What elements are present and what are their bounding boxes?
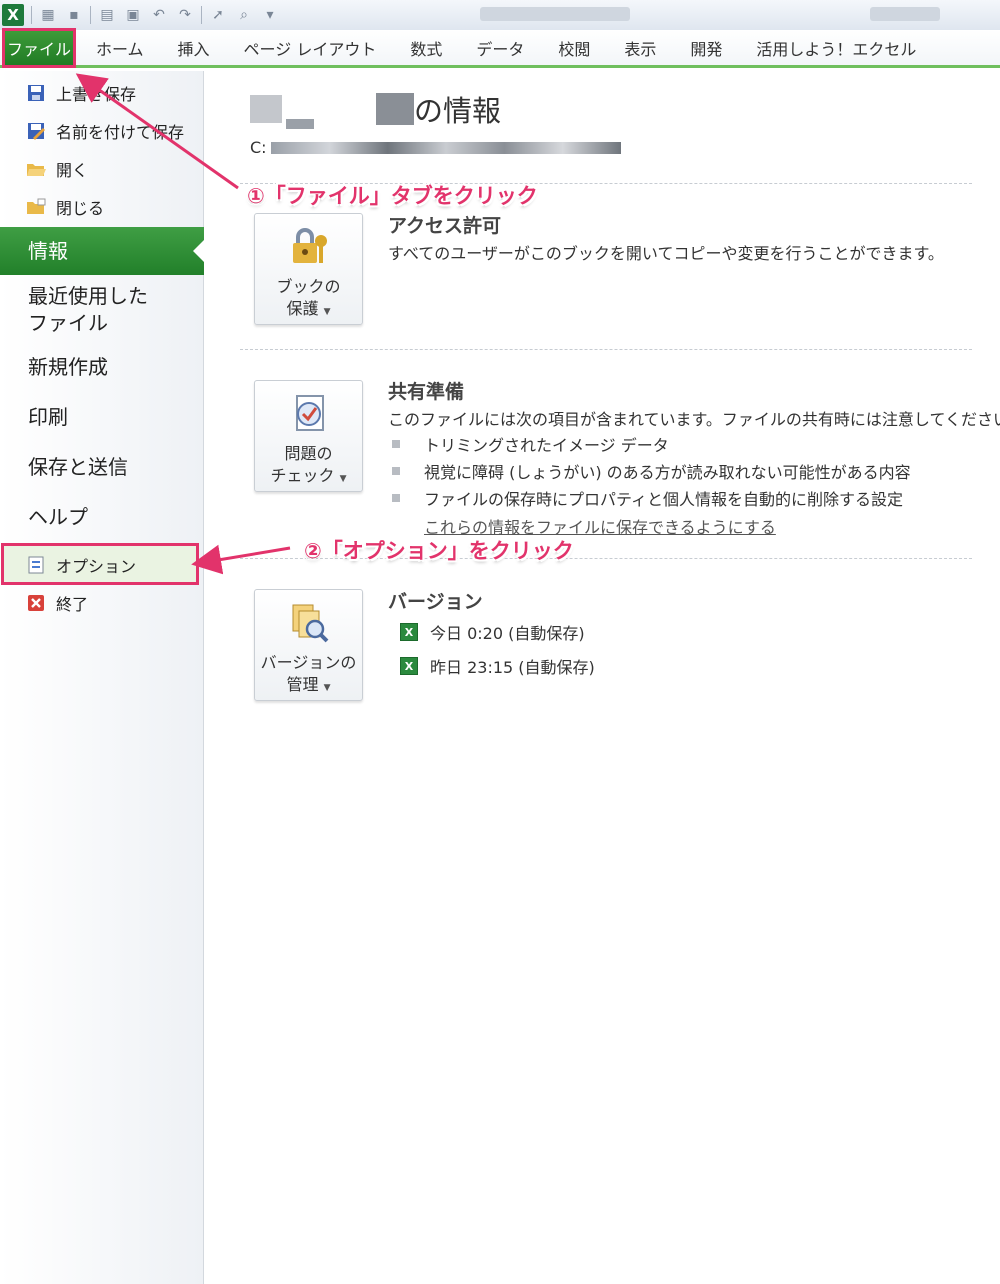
close-command[interactable]: 閉じる xyxy=(26,195,104,219)
version-item[interactable]: X 昨日 23:15 (自動保存) xyxy=(400,654,595,678)
bullet-icon xyxy=(392,440,400,448)
arrow-to-options xyxy=(191,544,291,575)
tab-page-layout[interactable]: ページ レイアウト xyxy=(227,29,394,67)
exit-command[interactable]: 終了 xyxy=(26,591,88,615)
options-icon xyxy=(26,555,46,575)
tab-excel-tips[interactable]: 活用しよう！エクセル xyxy=(739,29,933,67)
print-preview-icon[interactable]: ▤ xyxy=(97,5,117,25)
tab-home[interactable]: ホーム xyxy=(79,29,161,67)
document-check-icon xyxy=(285,391,333,437)
nav-print[interactable]: 印刷 xyxy=(28,404,68,431)
chevron-down-icon: ▼ xyxy=(323,683,331,693)
page-title-text: の情報 xyxy=(414,94,502,128)
redacted-block xyxy=(250,95,282,123)
protect-workbook-button[interactable]: ブックの 保護 ▼ xyxy=(254,213,363,325)
page-title: の情報 xyxy=(250,88,501,130)
toolbar-separator xyxy=(90,6,91,24)
toolbar-separator xyxy=(201,6,202,24)
nav-help[interactable]: ヘルプ xyxy=(28,504,88,531)
nav-save-send[interactable]: 保存と送信 xyxy=(28,454,128,481)
customize-toolbar-icon[interactable]: ▾ xyxy=(260,5,280,25)
documents-search-icon xyxy=(285,600,333,646)
redo-icon[interactable]: ↷ xyxy=(175,5,195,25)
nav-new[interactable]: 新規作成 xyxy=(28,354,108,381)
list-item: トリミングされたイメージ データ xyxy=(392,432,669,456)
annotation-step2: ②「オプション」をクリック xyxy=(304,539,574,563)
protect-workbook-label: ブックの 保護 ▼ xyxy=(276,277,341,318)
tab-formulas[interactable]: 数式 xyxy=(393,29,459,67)
manage-versions-label: バージョンの 管理 ▼ xyxy=(260,653,357,694)
check-issues-label: 問題の チェック ▼ xyxy=(270,444,347,485)
quick-access-toolbar: X ▦ ▪ ▤ ▣ ↶ ↷ ➚ ⌕ ▾ xyxy=(0,0,1000,30)
ribbon-tabs: ファイル ホーム 挿入 ページ レイアウト 数式 データ 校閲 表示 開発 活用… xyxy=(0,27,1000,68)
chevron-down-icon: ▼ xyxy=(339,474,347,484)
window-title-blurred xyxy=(870,7,940,21)
list-item: ファイルの保存時にプロパティと個人情報を自動的に削除する設定 xyxy=(392,486,903,510)
bullet-icon xyxy=(392,467,400,475)
prepare-heading: 共有準備 xyxy=(388,381,465,403)
excel-file-icon: X xyxy=(400,657,418,675)
divider xyxy=(240,349,972,350)
tab-developer[interactable]: 開発 xyxy=(673,29,739,67)
undo-icon[interactable]: ↶ xyxy=(149,5,169,25)
nav-recent-line2: ファイル xyxy=(28,311,108,335)
save-icon xyxy=(26,83,46,103)
save-as-command[interactable]: 名前を付けて保存 xyxy=(26,119,184,143)
list-item: 視覚に障碍 (しょうがい) のある方が読み取れない可能性がある内容 xyxy=(392,459,911,483)
tab-view[interactable]: 表示 xyxy=(607,29,673,67)
permissions-heading: アクセス許可 xyxy=(388,215,502,237)
annotation-step1: ①「ファイル」タブをクリック xyxy=(247,184,538,208)
tab-file[interactable]: ファイル xyxy=(2,27,76,68)
nav-recent[interactable]: 最近使用した ファイル xyxy=(28,283,148,337)
save-quick-icon[interactable]: ▪ xyxy=(64,5,84,25)
close-folder-icon xyxy=(26,197,46,217)
open-command[interactable]: 開く xyxy=(26,157,88,181)
exit-icon xyxy=(26,593,46,613)
file-path-prefix: C: xyxy=(250,138,267,157)
manage-versions-button[interactable]: バージョンの 管理 ▼ xyxy=(254,589,363,701)
file-path: C: xyxy=(250,138,621,157)
excel-logo-icon: X xyxy=(2,4,24,26)
zoom-icon[interactable]: ⌕ xyxy=(234,5,254,25)
save-as-quick-icon[interactable]: ▦ xyxy=(38,5,58,25)
versions-heading: バージョン xyxy=(388,591,483,613)
chevron-down-icon: ▼ xyxy=(323,307,331,317)
version-item[interactable]: X 今日 0:20 (自動保存) xyxy=(400,620,585,644)
window-title-blurred xyxy=(480,7,630,21)
redacted-block xyxy=(286,119,314,129)
toolbar-separator xyxy=(31,6,32,24)
lock-key-icon xyxy=(285,224,333,270)
open-folder-icon xyxy=(26,159,46,179)
check-issues-button[interactable]: 問題の チェック ▼ xyxy=(254,380,363,492)
save-command[interactable]: 上書き保存 xyxy=(26,81,136,105)
redacted-block xyxy=(376,93,414,125)
prepare-text: このファイルには次の項目が含まれています。ファイルの共有時には注意してください。 xyxy=(388,410,1000,429)
redacted-path xyxy=(270,141,621,154)
tab-review[interactable]: 校閲 xyxy=(541,29,607,67)
select-cursor-icon[interactable]: ➚ xyxy=(208,5,228,25)
nav-info[interactable]: 情報 xyxy=(0,227,205,275)
quick-print-icon[interactable]: ▣ xyxy=(123,5,143,25)
tab-data[interactable]: データ xyxy=(459,29,541,67)
excel-file-icon: X xyxy=(400,623,418,641)
backstage-nav: 上書き保存 名前を付けて保存 開く 閉じる 情報 最近使用した ファイル 新規作… xyxy=(0,71,205,1284)
permissions-text: すべてのユーザーがこのブックを開いてコピーや変更を行うことができます。 xyxy=(388,244,944,263)
nav-recent-line1: 最近使用した xyxy=(28,284,148,308)
bullet-icon xyxy=(392,494,400,502)
options-command[interactable]: オプション xyxy=(26,553,136,577)
save-as-icon xyxy=(26,121,46,141)
tab-insert[interactable]: 挿入 xyxy=(161,29,227,67)
